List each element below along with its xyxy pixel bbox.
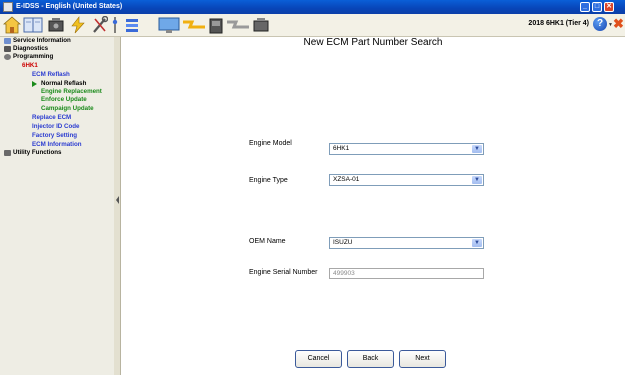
panel-splitter[interactable] bbox=[114, 37, 121, 375]
chevron-down-icon[interactable]: ▼ bbox=[472, 239, 482, 247]
monitor-icon[interactable] bbox=[158, 16, 180, 34]
sidebar-item-label: Engine Replacement bbox=[41, 88, 102, 95]
page-title: New ECM Part Number Search bbox=[303, 37, 443, 48]
sidebar-item-6hk1[interactable]: 6HK1 bbox=[22, 62, 38, 69]
chevron-down-icon[interactable]: ▼ bbox=[472, 176, 482, 184]
sidebar-item-label: Programming bbox=[13, 53, 54, 60]
navigation-tree: Service Information Diagnostics Programm… bbox=[0, 37, 115, 375]
book-icon[interactable] bbox=[23, 16, 43, 34]
pin-icon[interactable] bbox=[110, 16, 120, 34]
sidebar-item-label: Enforce Update bbox=[41, 96, 87, 103]
engine-model-select[interactable]: 6HK1 ▼ bbox=[329, 143, 484, 155]
tools-icon[interactable] bbox=[92, 16, 108, 34]
sidebar-item-label: Campaign Update bbox=[41, 105, 94, 112]
sidebar-item-utility-functions[interactable]: Utility Functions bbox=[0, 149, 114, 158]
oem-name-label: OEM Name bbox=[249, 238, 286, 245]
sidebar-item-label: Utility Functions bbox=[13, 149, 62, 156]
engine-serial-placeholder: 499903 bbox=[333, 270, 355, 277]
close-window-button[interactable]: ✕ bbox=[604, 2, 614, 12]
exit-icon[interactable]: ✖ bbox=[613, 17, 624, 31]
sidebar-item-enforce-update[interactable]: Enforce Update bbox=[41, 96, 87, 103]
stack-icon[interactable] bbox=[124, 16, 140, 34]
sidebar-item-label: Normal Reflash bbox=[41, 80, 87, 87]
sidebar-item-ecm-reflash[interactable]: ECM Reflash bbox=[32, 71, 70, 78]
oem-name-select[interactable]: ISUZU ▼ bbox=[329, 237, 484, 249]
wrench-icon bbox=[4, 150, 11, 156]
toolbar: 2018 6HK1 (Tier 4) ? ▼ ✖ bbox=[0, 14, 625, 37]
oem-name-value: ISUZU bbox=[333, 239, 353, 246]
sidebar-item-label: Service Information bbox=[13, 37, 71, 44]
engine-serial-input[interactable]: 499903 bbox=[329, 268, 484, 279]
vehicle-status: 2018 6HK1 (Tier 4) bbox=[528, 20, 589, 27]
next-button[interactable]: Next bbox=[399, 350, 446, 368]
home-icon[interactable] bbox=[3, 16, 21, 34]
engine-model-value: 6HK1 bbox=[333, 145, 350, 152]
engine-small-icon[interactable] bbox=[252, 16, 270, 34]
cancel-button[interactable]: Cancel bbox=[295, 350, 342, 368]
sidebar-item-label: 6HK1 bbox=[22, 62, 38, 69]
minimize-button[interactable]: _ bbox=[580, 2, 590, 12]
sidebar-item-programming[interactable]: Programming bbox=[0, 53, 114, 62]
engine-icon[interactable] bbox=[46, 16, 66, 34]
main-panel: New ECM Part Number Search Engine Model … bbox=[121, 37, 625, 375]
engine-serial-label: Engine Serial Number bbox=[249, 269, 318, 276]
arrow-right-icon bbox=[32, 81, 37, 87]
collapse-grip-icon[interactable] bbox=[116, 196, 119, 204]
sidebar-item-engine-replacement[interactable]: Engine Replacement bbox=[41, 88, 102, 95]
maximize-button[interactable]: □ bbox=[592, 2, 602, 12]
chevron-down-icon[interactable]: ▼ bbox=[472, 145, 482, 153]
flash-icon[interactable] bbox=[68, 16, 88, 34]
device-icon[interactable] bbox=[208, 16, 224, 34]
sidebar-item-label: ECM Information bbox=[32, 141, 82, 148]
sidebar-item-label: Factory Setting bbox=[32, 132, 78, 139]
sidebar-item-ecm-information[interactable]: ECM Information bbox=[32, 141, 82, 148]
sidebar-item-label: Injector ID Code bbox=[32, 123, 80, 130]
sidebar-item-label: ECM Reflash bbox=[32, 71, 70, 78]
engine-type-select[interactable]: XZSA-01 ▼ bbox=[329, 174, 484, 186]
diagnostics-icon bbox=[4, 46, 11, 52]
bolt-icon[interactable] bbox=[182, 16, 206, 34]
help-icon[interactable]: ? bbox=[593, 17, 607, 31]
back-button[interactable]: Back bbox=[347, 350, 394, 368]
app-icon bbox=[3, 2, 13, 12]
sidebar-item-campaign-update[interactable]: Campaign Update bbox=[41, 105, 94, 112]
service-info-icon bbox=[4, 38, 11, 44]
engine-type-label: Engine Type bbox=[249, 177, 288, 184]
engine-model-label: Engine Model bbox=[249, 140, 292, 147]
sidebar-item-replace-ecm[interactable]: Replace ECM bbox=[32, 114, 71, 121]
sidebar-item-injector-id-code[interactable]: Injector ID Code bbox=[32, 123, 79, 130]
plug-icon[interactable] bbox=[226, 16, 250, 34]
programming-icon bbox=[4, 54, 11, 60]
title-bar: E-IDSS - English (United States) _ □ ✕ bbox=[0, 0, 625, 14]
sidebar-item-label: Diagnostics bbox=[13, 45, 49, 52]
sidebar-item-label: Replace ECM bbox=[32, 114, 72, 121]
engine-type-value: XZSA-01 bbox=[333, 176, 360, 183]
sidebar-item-factory-setting[interactable]: Factory Setting bbox=[32, 132, 77, 139]
window-title: E-IDSS - English (United States) bbox=[16, 3, 123, 10]
